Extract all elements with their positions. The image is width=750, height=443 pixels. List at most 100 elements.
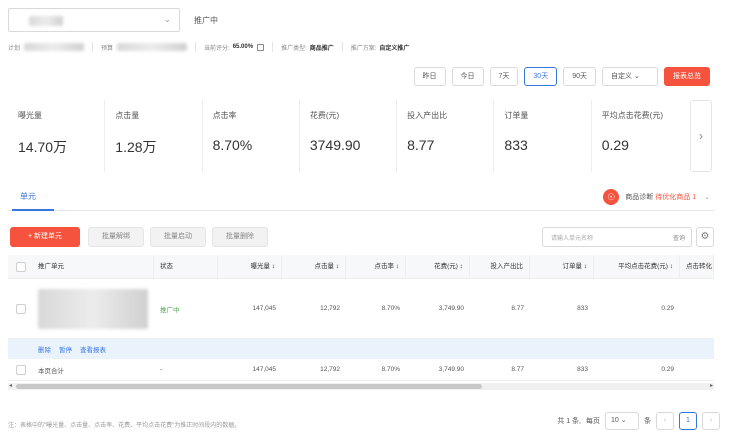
pause-link[interactable]: 暂停: [59, 344, 72, 354]
table-note: 注：表格中的"曝光量、点击量、点击率、花费、平均点击花费"为推正时间段内的数据。: [8, 423, 241, 429]
page-button-current[interactable]: 1: [679, 412, 697, 430]
chevron-down-icon[interactable]: ⌄: [704, 193, 710, 201]
batch-unbind-button[interactable]: 批量解绑: [88, 227, 144, 247]
col-impressions[interactable]: 曝光量 ↕: [218, 255, 282, 279]
report-overview-button[interactable]: 报表总览: [664, 67, 710, 86]
plan-id-blurred: [24, 43, 85, 51]
per-page-value: 10: [611, 417, 619, 424]
date-7d-button[interactable]: 7天: [489, 67, 519, 86]
product-diagnosis[interactable]: ☉ 商品诊断 待优化商品 1 ⌄: [603, 189, 710, 205]
date-90d-button[interactable]: 90天: [563, 67, 596, 86]
score-label: 当前评分:: [204, 45, 230, 52]
plan-name-blurred: [29, 16, 63, 26]
date-yesterday-button[interactable]: 昨日: [413, 67, 446, 86]
metric-value: 833: [504, 137, 528, 153]
col-clicks[interactable]: 点击量 ↕: [282, 255, 346, 279]
batch-delete-button[interactable]: 批量删除: [212, 227, 268, 247]
metric-roi[interactable]: 投入产出比 8.77: [397, 100, 495, 172]
col-roi[interactable]: 投入产出比: [470, 255, 530, 279]
unit-search-input[interactable]: 请输入单元名称 查询: [542, 227, 692, 247]
col-unit: 推广单元: [32, 255, 154, 279]
row-orders: 833: [577, 305, 588, 312]
scroll-left-icon[interactable]: ◂: [9, 382, 12, 389]
metric-value: 3749.90: [309, 137, 361, 153]
chevron-down-icon: ⌄: [620, 417, 627, 424]
view-report-link[interactable]: 查看报表: [80, 344, 106, 354]
plan-info-row: 计划 预算 当前评分: 65.00% 推广类型: 商品推广 推广方案: 自定义推…: [8, 42, 409, 52]
row-roi: 8.77: [511, 305, 524, 312]
total-checkbox[interactable]: [16, 365, 26, 375]
unit-table: 推广单元 状态 曝光量 ↕ 点击量 ↕ 点击率 ↕ 花费(元) ↕ 投入产出比 …: [8, 255, 714, 390]
row-cost: 3,749.90: [438, 305, 464, 312]
metric-clicks[interactable]: 点击量 1.28万: [105, 100, 203, 172]
search-button[interactable]: 查询: [673, 233, 685, 242]
tab-unit[interactable]: 单元: [20, 191, 36, 202]
row-ctr: 8.70%: [381, 305, 400, 312]
prev-page-icon[interactable]: ‹: [656, 412, 674, 430]
row-checkbox[interactable]: [16, 304, 26, 314]
type-value: 商品推广: [309, 45, 334, 52]
metric-value: 14.70万: [18, 139, 68, 155]
metric-ctr[interactable]: 点击率 8.70%: [203, 100, 300, 172]
horizontal-scrollbar[interactable]: ◂ ▸: [8, 383, 714, 390]
table-row[interactable]: 推广中 147,045 12,792 8.70% 3,749.90 8.77 8…: [8, 279, 714, 339]
row-cpc: 0.29: [661, 305, 674, 312]
score-value: 65.00%: [232, 44, 254, 50]
row-status: 推广中: [160, 306, 180, 314]
table-header: 推广单元 状态 曝光量 ↕ 点击量 ↕ 点击率 ↕ 花费(元) ↕ 投入产出比 …: [8, 255, 714, 279]
total-orders: 833: [577, 366, 588, 373]
row-impressions: 147,045: [252, 305, 277, 312]
metric-orders[interactable]: 订单量 833: [494, 100, 592, 172]
method-label: 推广方案:: [350, 45, 377, 52]
date-30d-button[interactable]: 30天: [524, 67, 558, 86]
metric-label: 投入产出比: [407, 111, 448, 120]
col-orders[interactable]: 订单量 ↕: [530, 255, 594, 279]
date-range-bar: 昨日 今日 7天 30天 90天 自定义 ⌄ 报表总览: [413, 67, 710, 86]
total-roi: 8.77: [511, 366, 524, 373]
plan-status: 推广中: [194, 15, 218, 25]
new-unit-button[interactable]: + 新建单元: [10, 227, 80, 247]
date-today-button[interactable]: 今日: [451, 67, 484, 86]
unit-cell: [32, 279, 154, 338]
select-all-checkbox[interactable]: [16, 262, 26, 272]
delete-link[interactable]: 删除: [38, 344, 51, 354]
metric-value: 0.29: [601, 137, 629, 153]
col-ctr[interactable]: 点击率 ↕: [346, 255, 406, 279]
diagnosis-label: 商品诊断: [625, 194, 654, 201]
tab-bar: 单元 ☉ 商品诊断 待优化商品 1 ⌄: [8, 185, 714, 211]
type-label: 推广类型:: [281, 45, 307, 52]
scrollbar-thumb[interactable]: [16, 384, 482, 389]
metric-value: 1.28万: [115, 139, 157, 155]
diagnosis-icon: ☉: [603, 189, 620, 205]
tab-underline: [12, 209, 54, 211]
diagnosis-count[interactable]: 待优化商品 1: [655, 192, 696, 202]
metric-value: 8.70%: [212, 137, 253, 153]
batch-start-button[interactable]: 批量启动: [150, 227, 206, 247]
metric-label: 曝光量: [18, 111, 42, 120]
total-status: -: [160, 366, 163, 373]
total-ctr: 8.70%: [381, 366, 400, 373]
chevron-right-icon[interactable]: ›: [690, 100, 712, 172]
metric-label: 订单量: [504, 111, 529, 120]
per-page-unit: 条: [644, 418, 651, 425]
col-cost[interactable]: 花费(元) ↕: [406, 255, 470, 279]
method-value: 自定义推广: [379, 45, 410, 52]
metric-label: 花费(元): [309, 111, 340, 120]
info-icon[interactable]: [257, 43, 265, 51]
date-custom-select[interactable]: 自定义 ⌄: [602, 67, 658, 86]
table-total-row: 本页合计 - 147,045 12,792 8.70% 3,749.90 8.7…: [8, 359, 714, 381]
col-status[interactable]: 状态: [154, 255, 218, 279]
per-page-select[interactable]: 10 ⌄: [605, 412, 639, 430]
budget-label: 预算: [101, 45, 114, 52]
scroll-right-icon[interactable]: ▸: [710, 382, 713, 389]
col-cpc[interactable]: 平均点击花费(元) ↕: [594, 255, 680, 279]
plan-select[interactable]: ⌄: [8, 8, 180, 32]
metric-cost[interactable]: 花费(元) 3749.90: [300, 100, 398, 172]
gear-icon[interactable]: ⚙: [696, 227, 714, 247]
metric-value: 8.77: [407, 137, 435, 153]
total-cpc: 0.29: [661, 366, 674, 373]
next-page-icon[interactable]: ›: [702, 412, 720, 430]
metric-cpc[interactable]: 平均点击花费(元) 0.29: [592, 100, 688, 172]
metric-impressions[interactable]: 曝光量 14.70万: [8, 100, 106, 172]
per-page-label: 每页: [586, 418, 600, 425]
